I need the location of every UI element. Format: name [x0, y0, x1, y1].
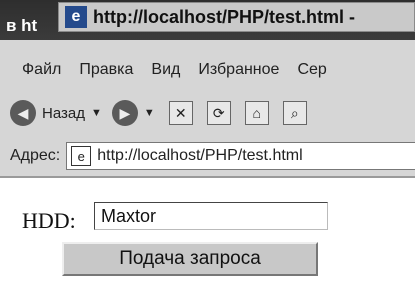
title-bar: в ht e http://localhost/PHP/test.html -: [0, 0, 415, 40]
arrow-right-icon: ▶: [111, 100, 138, 126]
refresh-icon[interactable]: ⟳: [206, 101, 231, 125]
address-bar: Адрес: e http://localhost/PHP/test.html: [0, 138, 415, 174]
back-label: Назад: [42, 104, 85, 122]
toolbar: ◀ Назад ▼ ▶ ▼ ✕ ⟳ ⌂ ⌕: [0, 92, 415, 134]
window-title: в ht: [6, 16, 38, 35]
search-icon[interactable]: ⌕: [282, 101, 307, 125]
page-icon: e: [71, 146, 92, 166]
tooltip-text: http://localhost/PHP/test.html -: [93, 6, 356, 27]
back-button[interactable]: ◀ Назад ▼: [10, 100, 102, 126]
menu-favorites[interactable]: Избранное: [198, 61, 279, 79]
menu-edit[interactable]: Правка: [79, 61, 133, 79]
title-tooltip: e http://localhost/PHP/test.html -: [58, 2, 415, 32]
chevron-down-icon[interactable]: ▼: [91, 107, 102, 119]
ie-icon: e: [65, 6, 87, 28]
hdd-label: HDD:: [22, 208, 76, 233]
menu-bar: Файл Правка Вид Избранное Сер: [0, 50, 415, 90]
page-content: HDD: Подача запроса: [0, 176, 415, 301]
forward-button[interactable]: ▶ ▼: [111, 100, 155, 126]
stop-icon[interactable]: ✕: [168, 101, 193, 125]
arrow-left-icon: ◀: [10, 100, 36, 126]
menu-service[interactable]: Сер: [297, 61, 326, 79]
submit-button[interactable]: Подача запроса: [62, 242, 318, 276]
chevron-down-icon[interactable]: ▼: [144, 107, 155, 119]
address-value: http://localhost/PHP/test.html: [97, 147, 303, 164]
address-field[interactable]: e http://localhost/PHP/test.html: [66, 142, 415, 170]
menu-view[interactable]: Вид: [151, 61, 180, 79]
hdd-input[interactable]: [94, 202, 328, 230]
address-label: Адрес:: [10, 147, 61, 164]
home-icon[interactable]: ⌂: [244, 101, 269, 125]
menu-file[interactable]: Файл: [22, 61, 61, 79]
